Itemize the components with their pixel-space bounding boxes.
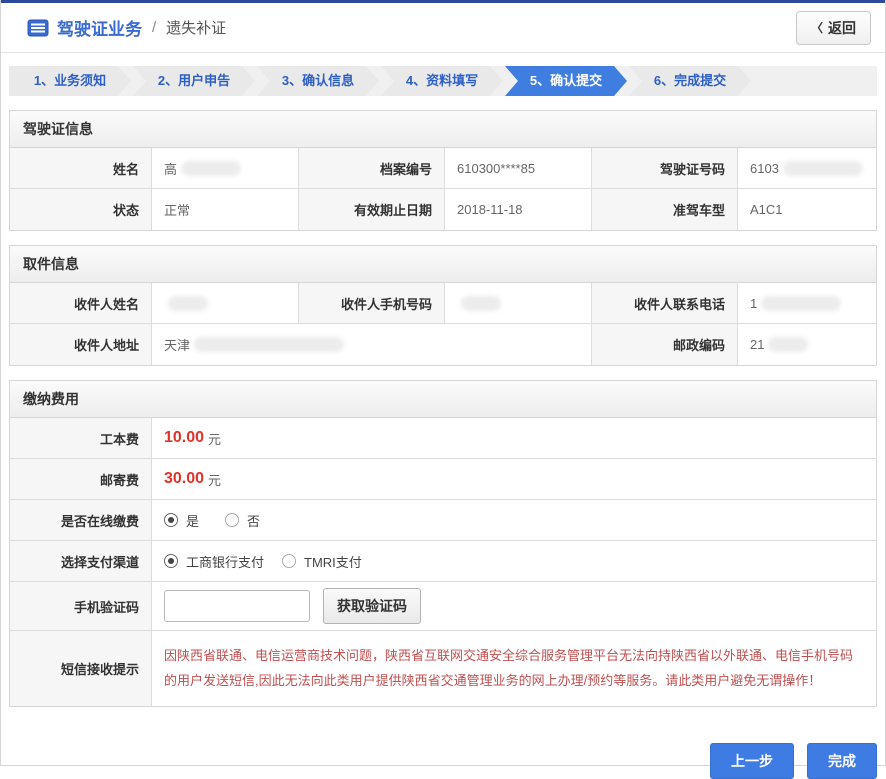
mailing-fee-value: 30.00元 — [152, 459, 876, 499]
radio-option-yes[interactable]: 是 — [164, 511, 199, 530]
table-row: 工本费 10.00元 — [10, 418, 876, 459]
radio-option-icbc[interactable]: 工商银行支付 — [164, 552, 264, 571]
radio-unselected-icon[interactable] — [282, 554, 296, 568]
redacted-blur — [461, 296, 501, 311]
step-1-business-notice: 1、业务须知 — [9, 66, 131, 96]
production-fee-value: 10.00元 — [152, 418, 876, 458]
redacted-blur — [181, 161, 241, 176]
postal-code-label: 邮政编码 — [592, 324, 738, 365]
license-section-title: 驾驶证信息 — [10, 111, 876, 148]
postal-code-value: 21 — [738, 324, 876, 365]
recipient-phone-value: 1 — [738, 283, 876, 323]
redacted-blur — [194, 337, 344, 352]
fee-amount: 30.00 — [164, 470, 204, 488]
table-row: 手机验证码 获取验证码 — [10, 582, 876, 631]
table-row: 状态 正常 有效期止日期 2018-11-18 准驾车型 A1C1 — [10, 189, 876, 230]
fee-amount: 10.00 — [164, 429, 204, 447]
expiry-date-label: 有效期止日期 — [299, 189, 445, 230]
recipient-mobile-value — [445, 283, 592, 323]
license-menu-icon — [27, 19, 49, 37]
step-6-complete-submit: 6、完成提交 — [629, 66, 751, 96]
recipient-name-label: 收件人姓名 — [10, 283, 152, 323]
fee-unit: 元 — [208, 470, 221, 489]
radio-selected-icon[interactable] — [164, 513, 178, 527]
breadcrumb: 驾驶证业务 / 遗失补证 — [27, 15, 226, 40]
pay-online-options: 是 否 — [152, 500, 876, 540]
payment-channel-label: 选择支付渠道 — [10, 541, 152, 581]
table-row: 姓名 高 档案编号 610300****85 驾驶证号码 6103 — [10, 148, 876, 189]
recipient-address-value: 天津 — [152, 324, 592, 365]
step-progress-bar: 1、业务须知 2、用户申告 3、确认信息 4、资料填写 5、确认提交 6、完成提… — [9, 66, 877, 96]
file-number-value: 610300****85 — [445, 148, 592, 188]
fees-section: 缴纳费用 工本费 10.00元 邮寄费 30.00元 是否在线缴费 是 — [9, 380, 877, 707]
license-number-value: 6103 — [738, 148, 876, 188]
back-button-label: 返回 — [828, 18, 856, 38]
step-4-fill-data: 4、资料填写 — [381, 66, 503, 96]
radio-unselected-icon[interactable] — [225, 513, 239, 527]
redacted-blur — [783, 161, 863, 176]
back-chevron-icon: 〈 — [811, 19, 823, 36]
recipient-mobile-label: 收件人手机号码 — [299, 283, 445, 323]
vehicle-class-value: A1C1 — [738, 189, 876, 230]
status-value: 正常 — [152, 189, 299, 230]
payment-channel-options: 工商银行支付 TMRI支付 — [152, 541, 876, 581]
breadcrumb-divider: / — [152, 19, 156, 36]
page-subtitle: 遗失补证 — [166, 17, 226, 38]
fees-section-title: 缴纳费用 — [10, 381, 876, 418]
sms-code-input[interactable] — [164, 590, 310, 622]
page-title: 驾驶证业务 — [57, 15, 142, 40]
table-row: 是否在线缴费 是 否 — [10, 500, 876, 541]
table-row: 短信接收提示 因陕西省联通、电信运营商技术问题，陕西省互联网交通安全综合服务管理… — [10, 631, 876, 706]
name-label: 姓名 — [10, 148, 152, 188]
vehicle-class-label: 准驾车型 — [592, 189, 738, 230]
table-row: 邮寄费 30.00元 — [10, 459, 876, 500]
pickup-info-section: 取件信息 收件人姓名 收件人手机号码 收件人联系电话 1 收件人地址 天津 邮政… — [9, 245, 877, 366]
table-row: 收件人姓名 收件人手机号码 收件人联系电话 1 — [10, 283, 876, 324]
footer-actions: 上一步 完成 — [9, 743, 877, 779]
license-number-label: 驾驶证号码 — [592, 148, 738, 188]
pay-online-label: 是否在线缴费 — [10, 500, 152, 540]
table-row: 收件人地址 天津 邮政编码 21 — [10, 324, 876, 365]
sms-notice-value: 因陕西省联通、电信运营商技术问题，陕西省互联网交通安全综合服务管理平台无法向持陕… — [152, 631, 876, 706]
license-info-section: 驾驶证信息 姓名 高 档案编号 610300****85 驾驶证号码 6103 … — [9, 110, 877, 231]
header: 驾驶证业务 / 遗失补证 〈 返回 — [1, 3, 885, 53]
fee-unit: 元 — [208, 429, 221, 448]
mailing-fee-label: 邮寄费 — [10, 459, 152, 499]
pickup-section-title: 取件信息 — [10, 246, 876, 283]
radio-option-tmri[interactable]: TMRI支付 — [282, 552, 362, 571]
status-label: 状态 — [10, 189, 152, 230]
recipient-address-label: 收件人地址 — [10, 324, 152, 365]
get-code-button[interactable]: 获取验证码 — [323, 588, 421, 624]
recipient-name-value — [152, 283, 299, 323]
radio-selected-icon[interactable] — [164, 554, 178, 568]
page: 驾驶证业务 / 遗失补证 〈 返回 1、业务须知 2、用户申告 3、确认信息 4… — [0, 0, 886, 766]
redacted-blur — [761, 296, 841, 311]
step-5-confirm-submit: 5、确认提交 — [505, 66, 627, 96]
sms-code-label: 手机验证码 — [10, 582, 152, 630]
recipient-phone-label: 收件人联系电话 — [592, 283, 738, 323]
step-3-confirm-info: 3、确认信息 — [257, 66, 379, 96]
file-number-label: 档案编号 — [299, 148, 445, 188]
finish-button[interactable]: 完成 — [807, 743, 877, 779]
back-button[interactable]: 〈 返回 — [796, 11, 871, 45]
redacted-blur — [168, 296, 208, 311]
step-2-user-declaration: 2、用户申告 — [133, 66, 255, 96]
expiry-date-value: 2018-11-18 — [445, 189, 592, 230]
sms-notice-label: 短信接收提示 — [10, 631, 152, 706]
radio-option-no[interactable]: 否 — [225, 511, 260, 530]
table-row: 选择支付渠道 工商银行支付 TMRI支付 — [10, 541, 876, 582]
previous-step-button[interactable]: 上一步 — [710, 743, 794, 779]
sms-notice-text: 因陕西省联通、电信运营商技术问题，陕西省互联网交通安全综合服务管理平台无法向持陕… — [164, 637, 864, 700]
name-value: 高 — [152, 148, 299, 188]
production-fee-label: 工本费 — [10, 418, 152, 458]
redacted-blur — [768, 337, 808, 352]
sms-code-field: 获取验证码 — [152, 582, 876, 630]
